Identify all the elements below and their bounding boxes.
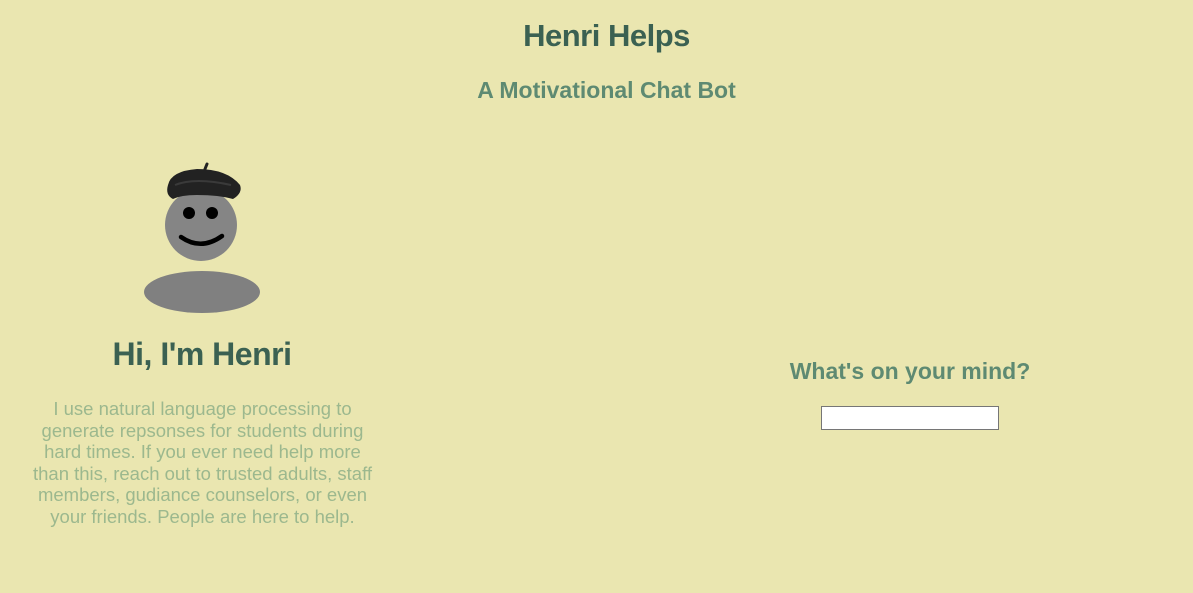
avatar-head bbox=[165, 189, 237, 261]
avatar-base bbox=[144, 271, 260, 313]
page: Henri Helps A Motivational Chat Bot Hi, … bbox=[0, 0, 1193, 593]
henri-avatar-icon bbox=[135, 155, 270, 320]
chat-input[interactable] bbox=[821, 406, 999, 430]
henri-greeting: Hi, I'm Henri bbox=[112, 336, 292, 372]
site-title: Henri Helps bbox=[523, 18, 690, 53]
chat-prompt: What's on your mind? bbox=[789, 358, 1031, 384]
site-subtitle: A Motivational Chat Bot bbox=[477, 77, 736, 103]
henri-description: I use natural language processing to gen… bbox=[32, 398, 373, 527]
